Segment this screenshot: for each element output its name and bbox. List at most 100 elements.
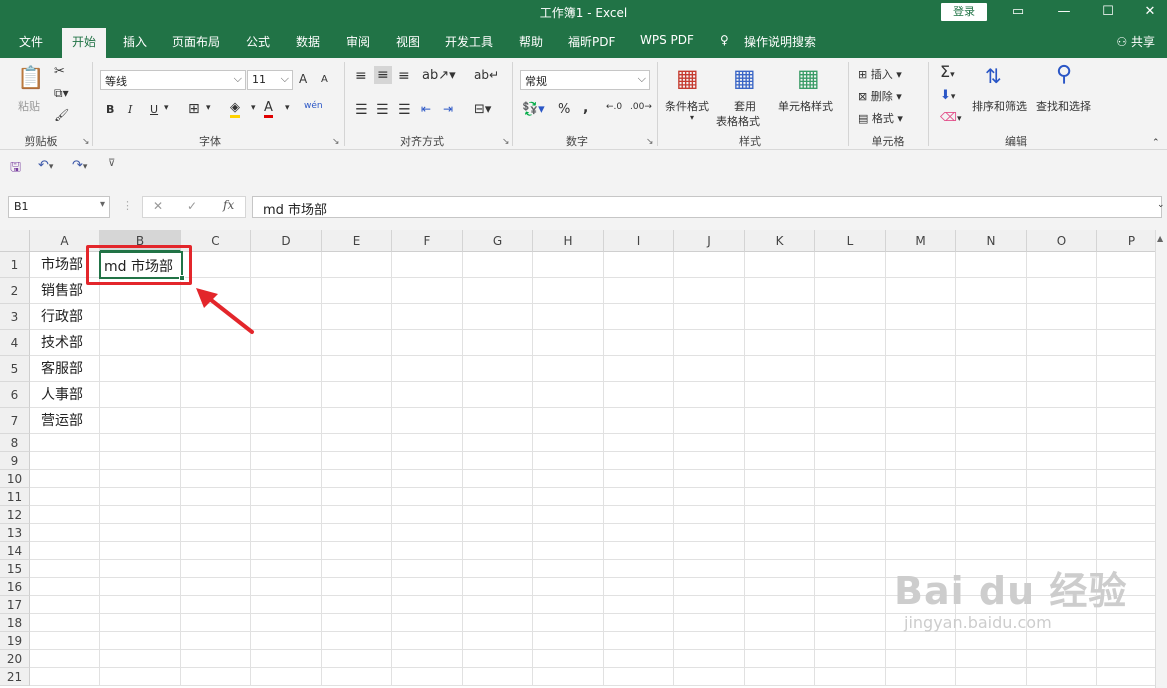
- tab-view[interactable]: 视图: [396, 33, 420, 50]
- find-select-button[interactable]: 查找和选择: [1036, 98, 1091, 114]
- cell-n6[interactable]: [956, 382, 1027, 408]
- cell-n20[interactable]: [956, 650, 1027, 668]
- cell-k17[interactable]: [745, 596, 815, 614]
- cell-o13[interactable]: [1027, 524, 1097, 542]
- cell-l9[interactable]: [815, 452, 886, 470]
- cell-j19[interactable]: [674, 632, 745, 650]
- cell-i8[interactable]: [604, 434, 674, 452]
- cell-h19[interactable]: [533, 632, 604, 650]
- cell-f4[interactable]: [392, 330, 463, 356]
- cell-o11[interactable]: [1027, 488, 1097, 506]
- share-button[interactable]: ⚇ 共享: [1116, 33, 1155, 50]
- cell-l16[interactable]: [815, 578, 886, 596]
- cell-k18[interactable]: [745, 614, 815, 632]
- cell-b8[interactable]: [100, 434, 181, 452]
- cell-l12[interactable]: [815, 506, 886, 524]
- format-as-table-line1[interactable]: 套用: [734, 98, 756, 114]
- cell-k2[interactable]: [745, 278, 815, 304]
- cell-j15[interactable]: [674, 560, 745, 578]
- phonetic-button[interactable]: wén: [304, 101, 323, 111]
- cell-i20[interactable]: [604, 650, 674, 668]
- row-header[interactable]: 18: [0, 614, 30, 632]
- cell-j4[interactable]: [674, 330, 745, 356]
- cell-c15[interactable]: [181, 560, 251, 578]
- cell-e4[interactable]: [322, 330, 392, 356]
- cell-b20[interactable]: [100, 650, 181, 668]
- cell-g4[interactable]: [463, 330, 533, 356]
- cell-j16[interactable]: [674, 578, 745, 596]
- cell-d16[interactable]: [251, 578, 322, 596]
- cell-l20[interactable]: [815, 650, 886, 668]
- cell-m19[interactable]: [886, 632, 956, 650]
- cell-o10[interactable]: [1027, 470, 1097, 488]
- minimize-icon[interactable]: —: [1050, 2, 1078, 22]
- cell-m13[interactable]: [886, 524, 956, 542]
- font-color-button[interactable]: A: [264, 100, 273, 118]
- cell-f1[interactable]: [392, 252, 463, 278]
- cell-k1[interactable]: [745, 252, 815, 278]
- cell-i10[interactable]: [604, 470, 674, 488]
- cell-h8[interactable]: [533, 434, 604, 452]
- cell-d6[interactable]: [251, 382, 322, 408]
- cell-c21[interactable]: [181, 668, 251, 686]
- font-launcher-icon[interactable]: ↘: [332, 137, 340, 147]
- cell-l15[interactable]: [815, 560, 886, 578]
- cell-g5[interactable]: [463, 356, 533, 382]
- cell-g19[interactable]: [463, 632, 533, 650]
- cell-d8[interactable]: [251, 434, 322, 452]
- cell-b11[interactable]: [100, 488, 181, 506]
- tab-foxit-pdf[interactable]: 福昕PDF: [568, 33, 615, 50]
- cell-i12[interactable]: [604, 506, 674, 524]
- cell-g8[interactable]: [463, 434, 533, 452]
- delete-cells-button[interactable]: ⊠ 删除 ▾: [858, 88, 902, 104]
- cell-k19[interactable]: [745, 632, 815, 650]
- cell-c5[interactable]: [181, 356, 251, 382]
- customize-qat-icon[interactable]: ⊽: [108, 158, 115, 169]
- cell-c10[interactable]: [181, 470, 251, 488]
- cell-b16[interactable]: [100, 578, 181, 596]
- tab-review[interactable]: 审阅: [346, 33, 370, 50]
- cell-l1[interactable]: [815, 252, 886, 278]
- cell-b13[interactable]: [100, 524, 181, 542]
- expand-formula-icon[interactable]: ⌄: [1157, 200, 1165, 210]
- cell-e8[interactable]: [322, 434, 392, 452]
- cell-a13[interactable]: [30, 524, 100, 542]
- cell-a4[interactable]: 技术部: [30, 330, 100, 356]
- collapse-ribbon-icon[interactable]: ⌃: [1152, 138, 1160, 148]
- cell-styles-icon[interactable]: ▦: [797, 64, 820, 92]
- cell-j20[interactable]: [674, 650, 745, 668]
- cell-e10[interactable]: [322, 470, 392, 488]
- cell-i11[interactable]: [604, 488, 674, 506]
- select-all-corner[interactable]: [0, 230, 30, 252]
- cell-b18[interactable]: [100, 614, 181, 632]
- cell-n2[interactable]: [956, 278, 1027, 304]
- column-header[interactable]: O: [1027, 230, 1097, 252]
- row-header[interactable]: 13: [0, 524, 30, 542]
- chevron-down-icon[interactable]: ▾: [251, 103, 256, 113]
- cell-i15[interactable]: [604, 560, 674, 578]
- font-size-combo[interactable]: 11 ⌵: [247, 70, 293, 90]
- cell-l10[interactable]: [815, 470, 886, 488]
- cell-e3[interactable]: [322, 304, 392, 330]
- cell-f3[interactable]: [392, 304, 463, 330]
- cell-j12[interactable]: [674, 506, 745, 524]
- cell-g14[interactable]: [463, 542, 533, 560]
- tab-data[interactable]: 数据: [296, 33, 320, 50]
- cell-i2[interactable]: [604, 278, 674, 304]
- cell-f17[interactable]: [392, 596, 463, 614]
- cell-f6[interactable]: [392, 382, 463, 408]
- cell-f11[interactable]: [392, 488, 463, 506]
- tab-formulas[interactable]: 公式: [246, 33, 270, 50]
- cell-o20[interactable]: [1027, 650, 1097, 668]
- column-header[interactable]: K: [745, 230, 815, 252]
- row-header[interactable]: 1: [0, 252, 30, 278]
- cell-k15[interactable]: [745, 560, 815, 578]
- cell-k20[interactable]: [745, 650, 815, 668]
- cell-k5[interactable]: [745, 356, 815, 382]
- clipboard-launcher-icon[interactable]: ↘: [82, 137, 90, 147]
- cell-l14[interactable]: [815, 542, 886, 560]
- save-icon[interactable]: 🖫: [10, 158, 21, 180]
- row-header[interactable]: 16: [0, 578, 30, 596]
- cell-c14[interactable]: [181, 542, 251, 560]
- formula-input[interactable]: md 市场部: [252, 196, 1162, 218]
